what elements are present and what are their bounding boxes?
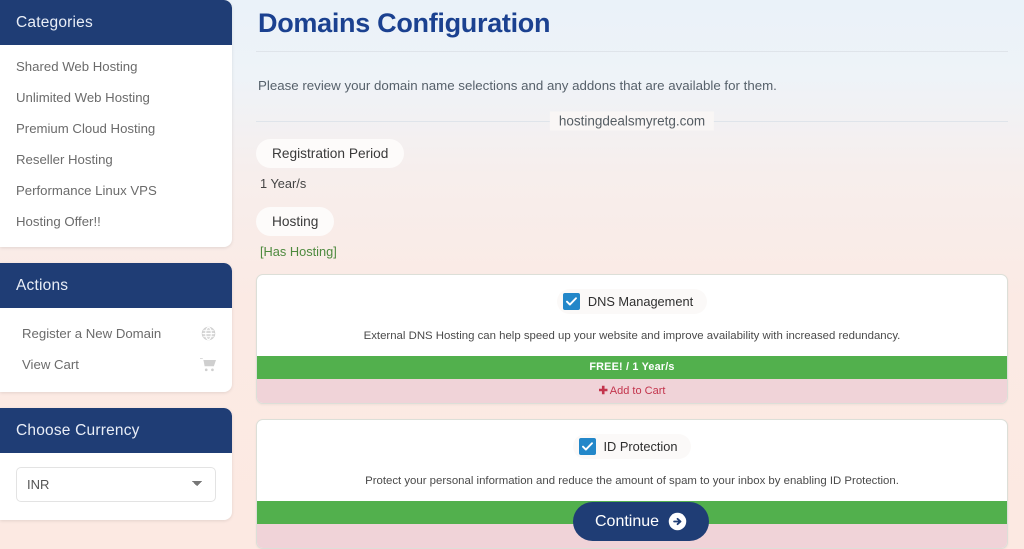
title-divider bbox=[256, 51, 1008, 52]
addon-name: DNS Management bbox=[587, 293, 694, 309]
sidebar-item-premium-cloud-hosting[interactable]: Premium Cloud Hosting bbox=[0, 113, 232, 144]
actions-list: Register a New Domain View Cart bbox=[0, 308, 232, 392]
addon-description: External DNS Hosting can help speed up y… bbox=[363, 329, 901, 342]
action-view-cart[interactable]: View Cart bbox=[0, 349, 232, 380]
sidebar-item-unlimited-web-hosting[interactable]: Unlimited Web Hosting bbox=[0, 82, 232, 113]
addon-price: FREE! / 1 Year/s bbox=[257, 355, 1007, 379]
addon-card-dns-management: DNS Management External DNS Hosting can … bbox=[256, 273, 1008, 404]
categories-list: Shared Web Hosting Unlimited Web Hosting… bbox=[0, 45, 232, 247]
addon-toggle[interactable]: ID Protection bbox=[572, 433, 692, 459]
action-label: View Cart bbox=[22, 357, 79, 372]
actions-panel: Actions Register a New Domain View Cart bbox=[0, 263, 232, 392]
hosting-section: Hosting [Has Hosting] bbox=[256, 206, 1008, 259]
page-root: Categories Shared Web Hosting Unlimited … bbox=[0, 0, 1024, 549]
checkbox-checked-icon[interactable] bbox=[562, 292, 580, 310]
sidebar: Categories Shared Web Hosting Unlimited … bbox=[0, 0, 232, 520]
watermark-text: hostingdealsmyretg.com bbox=[549, 111, 715, 131]
addon-toggle[interactable]: DNS Management bbox=[556, 288, 708, 314]
main-content: Domains Configuration Please review your… bbox=[256, 0, 1008, 549]
sidebar-item-shared-web-hosting[interactable]: Shared Web Hosting bbox=[0, 51, 232, 82]
continue-button-label: Continue bbox=[595, 512, 660, 530]
addon-name: ID Protection bbox=[603, 438, 678, 454]
addon-header: DNS Management bbox=[257, 275, 1007, 327]
add-to-cart-label: Add to Cart bbox=[609, 384, 666, 397]
globe-icon bbox=[201, 326, 216, 341]
sidebar-item-reseller-hosting[interactable]: Reseller Hosting bbox=[0, 144, 232, 175]
addon-header: ID Protection bbox=[257, 420, 1007, 472]
shopping-cart-icon bbox=[200, 357, 216, 372]
categories-panel: Categories Shared Web Hosting Unlimited … bbox=[0, 0, 232, 247]
registration-period-value: 1 Year/s bbox=[260, 175, 307, 191]
sidebar-item-performance-linux-vps[interactable]: Performance Linux VPS bbox=[0, 175, 232, 206]
action-label: Register a New Domain bbox=[22, 326, 162, 341]
intro-text: Please review your domain name selection… bbox=[258, 78, 777, 94]
page-title: Domains Configuration bbox=[258, 8, 551, 38]
sidebar-item-hosting-offer[interactable]: Hosting Offer!! bbox=[0, 206, 232, 237]
footer: Continue bbox=[0, 494, 1024, 549]
arrow-circle-right-icon bbox=[668, 512, 687, 531]
watermark-divider: hostingdealsmyretg.com bbox=[256, 111, 1008, 131]
actions-panel-title: Actions bbox=[0, 263, 232, 308]
addon-add-to-cart-button[interactable]: ✚Add to Cart bbox=[257, 378, 1007, 403]
continue-button[interactable]: Continue bbox=[573, 502, 710, 541]
action-register-new-domain[interactable]: Register a New Domain bbox=[0, 318, 232, 349]
registration-period-section: Registration Period 1 Year/s bbox=[256, 138, 1008, 191]
categories-panel-title: Categories bbox=[0, 0, 232, 45]
registration-period-label: Registration Period bbox=[256, 138, 405, 168]
hosting-value: [Has Hosting] bbox=[260, 243, 337, 259]
checkbox-checked-icon[interactable] bbox=[578, 437, 596, 455]
hosting-label: Hosting bbox=[256, 206, 335, 236]
plus-icon: ✚ bbox=[598, 384, 608, 397]
currency-panel-title: Choose Currency bbox=[0, 408, 232, 453]
